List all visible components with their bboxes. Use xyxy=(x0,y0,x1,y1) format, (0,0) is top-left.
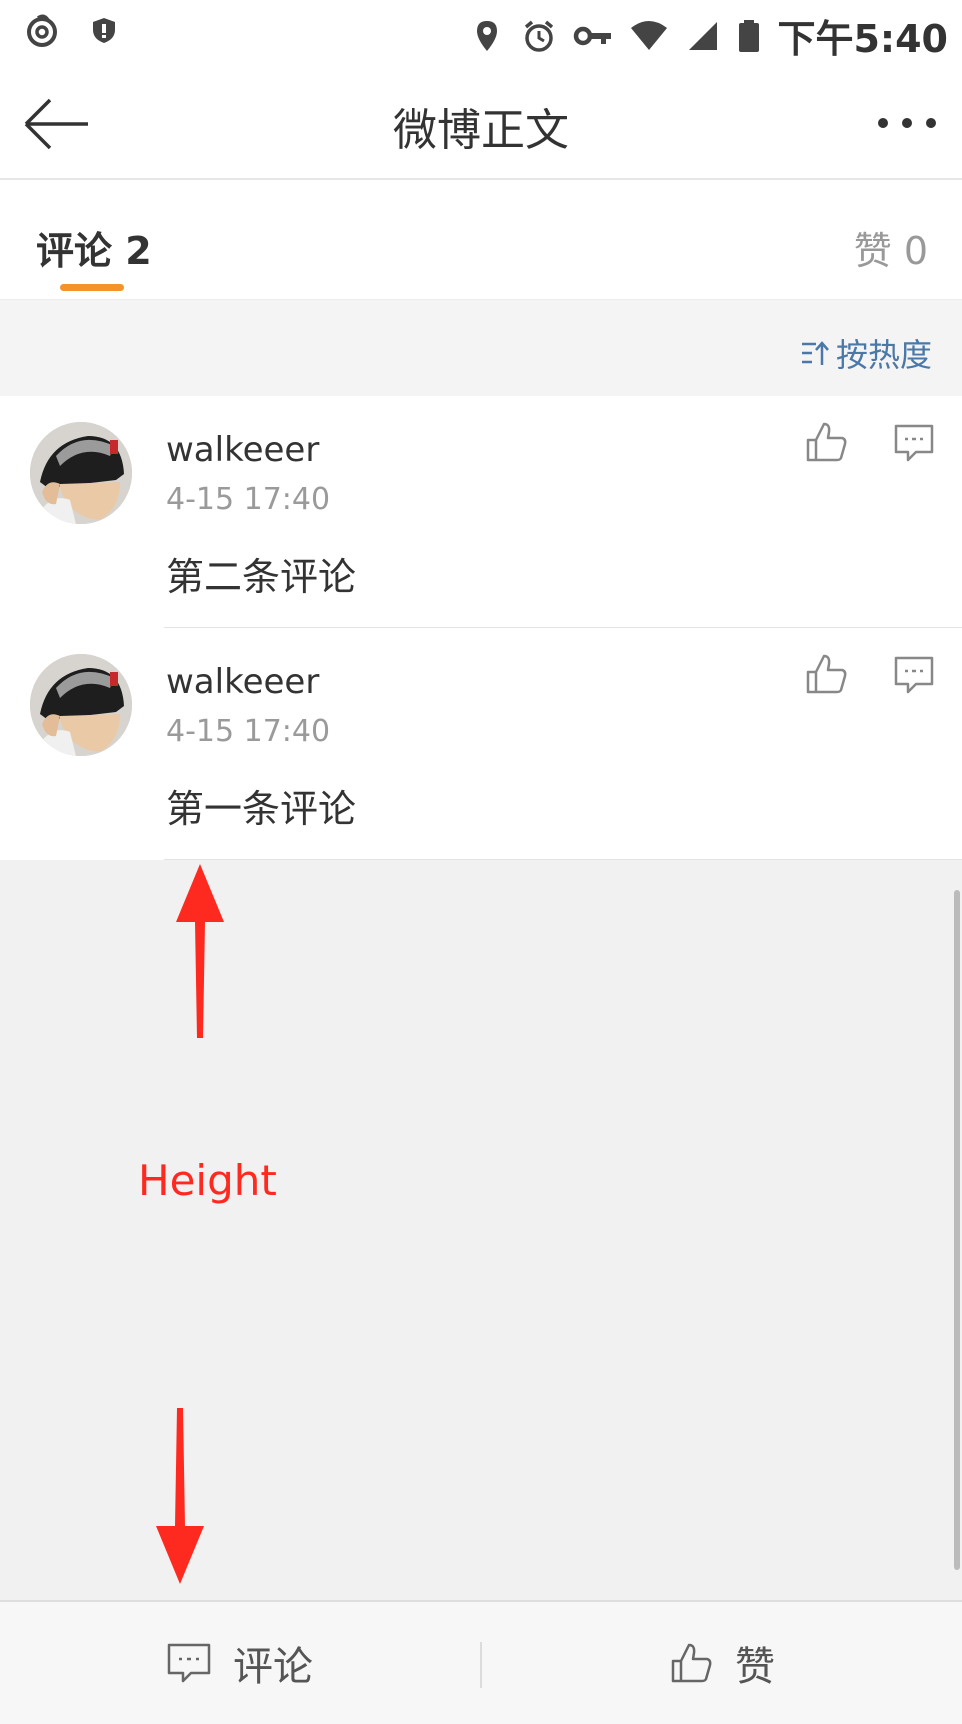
comment-text: 第二条评论 xyxy=(166,555,357,599)
bottom-comment-label: 评论 xyxy=(233,1644,313,1690)
comment-time: 4-15 17:40 xyxy=(166,482,331,517)
bottom-like-label: 赞 xyxy=(735,1644,775,1690)
comment-reply-icon[interactable] xyxy=(894,424,934,462)
avatar[interactable] xyxy=(30,422,132,524)
thumbs-up-icon[interactable] xyxy=(804,652,848,696)
annotation-arrow-down-icon xyxy=(156,1408,204,1584)
wifi-icon xyxy=(631,20,668,50)
comment-divider xyxy=(164,859,962,860)
bottom-like-button[interactable]: 赞 xyxy=(482,1602,962,1724)
comment-icon xyxy=(167,1643,211,1683)
avatar-image xyxy=(30,654,132,756)
thumbs-up-icon[interactable] xyxy=(804,420,848,464)
comment-username[interactable]: walkeeer xyxy=(166,430,319,470)
sort-icon xyxy=(801,341,829,365)
avatar-image xyxy=(30,422,132,524)
shield-icon xyxy=(93,18,115,43)
bottom-action-bar: 评论 赞 xyxy=(0,1600,962,1724)
battery-icon xyxy=(739,19,760,52)
tab-comments[interactable]: 评论 2 xyxy=(36,220,152,275)
sort-bar: 按热度 xyxy=(0,300,962,396)
comment-item: walkeeer 4-15 17:40 第二条评论 xyxy=(0,396,962,628)
status-bar: 下午5:40 xyxy=(0,0,962,66)
more-dots-icon[interactable] xyxy=(876,116,938,130)
netease-music-icon xyxy=(27,14,57,47)
avatar[interactable] xyxy=(30,654,132,756)
comment-item: walkeeer 4-15 17:40 第一条评论 xyxy=(0,628,962,860)
scrollbar[interactable] xyxy=(954,890,960,1570)
tab-active-indicator xyxy=(60,284,124,291)
status-time: 下午5:40 xyxy=(777,17,948,61)
annotation-label: Height xyxy=(138,1156,277,1205)
comment-like-tabs: 评论 2 赞 0 xyxy=(0,180,962,300)
comment-text: 第一条评论 xyxy=(166,787,357,831)
bottom-comment-button[interactable]: 评论 xyxy=(0,1602,480,1724)
nav-bar: 微博正文 xyxy=(0,66,962,180)
sort-label: 按热度 xyxy=(835,336,932,374)
thumbs-up-icon xyxy=(671,1643,712,1683)
annotation-arrow-up-icon xyxy=(176,864,224,1038)
comment-reply-icon[interactable] xyxy=(894,656,934,694)
alarm-icon xyxy=(525,20,554,52)
comment-username[interactable]: walkeeer xyxy=(166,662,319,702)
location-icon xyxy=(477,20,498,51)
page-title: 微博正文 xyxy=(393,105,569,156)
signal-icon xyxy=(689,21,718,50)
tab-likes[interactable]: 赞 0 xyxy=(854,220,928,275)
vpn-key-icon xyxy=(574,26,612,45)
sort-by-hot-button[interactable]: 按热度 xyxy=(800,330,932,376)
comment-time: 4-15 17:40 xyxy=(166,714,331,749)
